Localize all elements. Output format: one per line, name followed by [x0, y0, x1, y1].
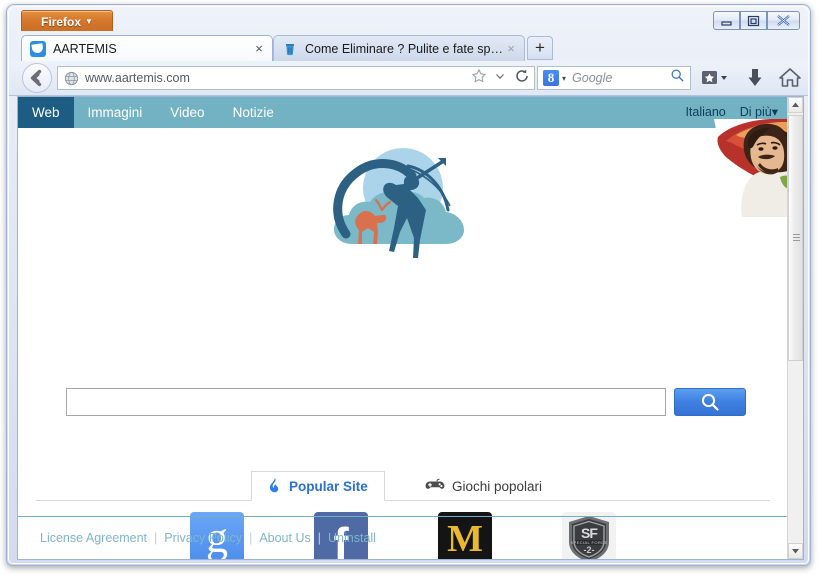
tab-label: Popular Site — [289, 478, 368, 494]
navigation-toolbar: www.aartemis.com 8 ▾ Google — [9, 61, 808, 96]
browser-tab-label: AARTEMIS — [53, 41, 117, 56]
firefox-menu-button[interactable]: Firefox ▼ — [21, 10, 113, 31]
new-tab-button[interactable]: + — [527, 36, 553, 60]
footer-link-about-us[interactable]: About Us — [259, 531, 310, 545]
chevron-down-icon[interactable]: ▾ — [562, 74, 566, 83]
footer-link-uninstall[interactable]: Uninstall — [328, 531, 376, 545]
aartemis-page: Web Immagini Video Notizie Italiano Di p… — [18, 97, 788, 559]
bookmarks-icon — [702, 71, 727, 84]
downloads-button[interactable] — [742, 65, 768, 91]
search-input[interactable] — [66, 388, 666, 416]
site-nav-item-web[interactable]: Web — [18, 97, 74, 128]
aartemis-archer-logo — [333, 147, 464, 258]
tab-label: Giochi popolari — [452, 479, 543, 494]
aartemis-icon — [30, 40, 46, 57]
minimize-icon — [721, 21, 732, 26]
footer-link-license-agreement[interactable]: License Agreement — [40, 531, 147, 545]
home-icon — [779, 68, 801, 87]
close-button[interactable] — [767, 11, 800, 30]
url-text: www.aartemis.com — [85, 71, 190, 85]
globe-icon — [64, 71, 79, 85]
browser-tab-strip: AARTEMIS × Come Eliminare ? Pulite e fat… — [9, 33, 808, 61]
close-icon — [777, 15, 790, 26]
google-search-engine-icon[interactable]: 8 — [543, 70, 559, 86]
tab-giochi-popolari[interactable]: Giochi popolari — [408, 471, 559, 501]
scroll-up-button[interactable] — [788, 97, 803, 113]
site-nav-items: Web Immagini Video Notizie — [18, 97, 288, 128]
scroll-down-button[interactable] — [788, 543, 803, 559]
restore-button[interactable] — [740, 11, 767, 30]
chevron-down-icon[interactable] — [494, 69, 506, 87]
search-placeholder-text: Google — [572, 71, 613, 85]
triangle-up-icon — [792, 102, 799, 107]
search-icon — [701, 393, 719, 411]
content-tabs: Popular Site Giochi popolari — [36, 470, 770, 501]
url-bar-actions — [467, 66, 535, 90]
site-search-row — [66, 387, 746, 417]
footer-separator: | — [249, 531, 253, 545]
logo-container — [18, 137, 788, 272]
download-icon — [748, 69, 762, 86]
minimize-button[interactable] — [713, 11, 740, 30]
site-footer: License Agreement | Privacy Policy | Abo… — [18, 516, 788, 559]
page-viewport: Web Immagini Video Notizie Italiano Di p… — [17, 96, 804, 560]
back-button[interactable] — [22, 63, 52, 93]
gamepad-icon — [425, 478, 445, 495]
browser-tab-label: Come Eliminare ? Pulite e fate spazio ..… — [305, 41, 504, 56]
browser-window: Firefox ▼ AARTEMIS × Come Eliminare ? Pu… — [6, 4, 811, 566]
site-nav-item-video[interactable]: Video — [156, 97, 218, 128]
site-navigation-bar: Web Immagini Video Notizie Italiano Di p… — [18, 97, 788, 128]
more-menu[interactable]: Di più▾ — [740, 97, 778, 128]
firefox-menu-label: Firefox — [41, 15, 82, 29]
search-icon[interactable] — [670, 68, 685, 88]
reload-icon[interactable] — [514, 68, 530, 89]
footer-link-privacy-policy[interactable]: Privacy Policy — [164, 531, 242, 545]
page-scrollbar[interactable] — [787, 97, 803, 559]
scrollbar-thumb[interactable] — [788, 115, 803, 361]
flame-icon — [268, 477, 282, 496]
chevron-down-icon: ▾ — [771, 105, 778, 119]
restore-icon — [747, 15, 760, 27]
site-nav-item-notizie[interactable]: Notizie — [219, 97, 288, 128]
site-nav-right: Italiano Di più▾ — [685, 97, 778, 128]
browser-search-bar[interactable]: 8 ▾ Google — [537, 66, 691, 90]
site-nav-item-immagini[interactable]: Immagini — [74, 97, 157, 128]
triangle-down-icon — [792, 549, 799, 554]
more-menu-label: Di più — [739, 105, 772, 119]
back-arrow-icon — [30, 69, 42, 87]
browser-window-inner: Firefox ▼ AARTEMIS × Come Eliminare ? Pu… — [8, 6, 809, 564]
home-button[interactable] — [777, 65, 803, 91]
url-bar[interactable]: www.aartemis.com — [57, 66, 467, 90]
grip-icon — [793, 234, 800, 242]
browser-tab-come-eliminare[interactable]: Come Eliminare ? Pulite e fate spazio ..… — [273, 35, 525, 61]
chevron-down-icon: ▼ — [85, 17, 93, 26]
language-selector[interactable]: Italiano — [685, 97, 725, 128]
tab-popular-site[interactable]: Popular Site — [251, 471, 385, 501]
browser-tab-aartemis[interactable]: AARTEMIS × — [21, 35, 273, 61]
search-button[interactable] — [674, 388, 746, 416]
tab-close-icon[interactable]: × — [504, 42, 518, 56]
trash-bin-icon — [282, 41, 298, 57]
title-bar: Firefox ▼ — [9, 7, 808, 33]
star-icon[interactable] — [471, 68, 487, 89]
footer-separator: | — [317, 531, 321, 545]
bookmarks-button[interactable] — [699, 65, 733, 91]
tab-close-icon[interactable]: × — [252, 42, 266, 56]
footer-separator: | — [154, 531, 158, 545]
